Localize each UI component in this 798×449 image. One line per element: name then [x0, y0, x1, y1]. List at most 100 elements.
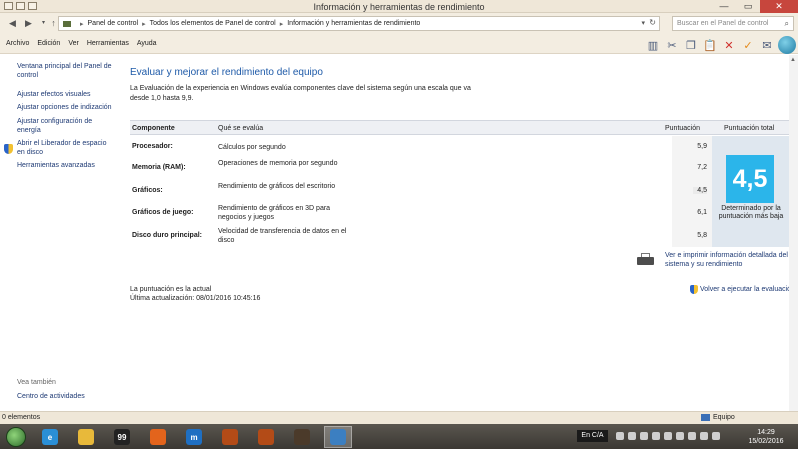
tray-icon[interactable]	[640, 432, 648, 440]
scroll-up-icon[interactable]: ▲	[790, 57, 796, 63]
menu-archivo[interactable]: Archivo	[6, 40, 29, 47]
tray-icon[interactable]	[616, 432, 624, 440]
back-button[interactable]: ◀	[6, 17, 19, 30]
sidebar-item-disk-cleanup[interactable]: Abrir el Liberador de espacio en disco	[17, 139, 115, 157]
control-panel-icon	[330, 429, 346, 445]
menu-ayuda[interactable]: Ayuda	[137, 40, 157, 47]
header-score: Puntuación	[665, 125, 701, 132]
component-label: Procesador:	[132, 143, 173, 150]
component-label: Disco duro principal:	[132, 232, 203, 239]
checkmark-icon[interactable]: ✓	[740, 37, 756, 53]
taskbar-app-button[interactable]	[216, 426, 244, 448]
component-score: 6,1	[697, 209, 707, 216]
taskbar-app-button[interactable]	[252, 426, 280, 448]
menu-herramientas[interactable]: Herramientas	[87, 40, 129, 47]
sidebar-item-visual-effects[interactable]: Ajustar efectos visuales	[17, 90, 115, 99]
component-description: Operaciones de memoria por segundo	[218, 160, 338, 167]
breadcrumb-item[interactable]: Todos los elementos de Panel de control	[150, 20, 276, 27]
minimize-button[interactable]: —	[712, 0, 736, 13]
separator-icon: ▸	[279, 20, 284, 28]
taskbar-app-button[interactable]: 99	[108, 426, 136, 448]
menu-edicion[interactable]: Edición	[37, 40, 60, 47]
see-also-heading: Vea también	[17, 379, 56, 386]
file-explorer-icon	[78, 429, 94, 445]
language-indicator[interactable]: En C/A	[577, 430, 608, 442]
ie-icon: e	[42, 429, 58, 445]
header-what: Qué se evalúa	[218, 125, 264, 132]
component-score: 5,8	[697, 232, 707, 239]
taskbar-app-button[interactable]	[72, 426, 100, 448]
app-orange-2-icon	[258, 429, 274, 445]
total-score-panel: 4,5 Determinado por la puntuación más ba…	[712, 136, 790, 247]
email-icon[interactable]: ✉	[759, 37, 775, 53]
table-row: Memoria (RAM): Operaciones de memoria po…	[130, 157, 712, 179]
paste-icon[interactable]: 📋	[702, 37, 718, 53]
taskbar: e 99 m En C/A 14:29 15/02/2016	[0, 424, 798, 449]
menu-bar: Archivo Edición Ver Herramientas Ayuda ▥…	[0, 34, 798, 54]
clock[interactable]: 14:29 15/02/2016	[740, 428, 792, 446]
cut-icon[interactable]: ✂	[664, 37, 680, 53]
maximize-button[interactable]: ▭	[736, 0, 760, 13]
taskbar-app-button[interactable]	[144, 426, 172, 448]
close-button[interactable]: ✕	[760, 0, 798, 13]
sidebar-item-control-panel[interactable]: Ventana principal del Panel de control	[17, 62, 115, 80]
cmd-icon: 99	[114, 429, 130, 445]
intro-text: La Evaluación de la experiencia en Windo…	[130, 85, 471, 102]
delete-icon[interactable]: ✕	[721, 37, 737, 53]
menu-ver[interactable]: Ver	[68, 40, 79, 47]
uac-shield-icon	[4, 144, 13, 154]
sidebar-item-advanced-tools[interactable]: Herramientas avanzadas	[17, 161, 115, 170]
search-input[interactable]: Buscar en el Panel de control ⌕	[672, 16, 794, 31]
control-panel-icon	[63, 20, 71, 27]
main-content: Evaluar y mejorar el rendimiento del equ…	[119, 55, 798, 411]
printer-icon[interactable]	[636, 253, 655, 266]
taskbar-app-button[interactable]: e	[36, 426, 64, 448]
tray-icon[interactable]	[664, 432, 672, 440]
component-description: Rendimiento de gráficos del escritorio	[218, 183, 336, 190]
search-icon[interactable]: ⌕	[785, 19, 789, 29]
app-orange-1-icon	[222, 429, 238, 445]
layout-icon[interactable]: ▥	[645, 37, 661, 53]
taskbar-app-button[interactable]	[288, 426, 316, 448]
sidebar-item-indexing[interactable]: Ajustar opciones de indización	[17, 103, 115, 112]
sidebar-item-power[interactable]: Ajustar configuración de energía	[17, 117, 115, 135]
table-row: Disco duro principal: Velocidad de trans…	[130, 225, 712, 247]
tray-icon[interactable]	[676, 432, 684, 440]
separator-icon: ▸	[142, 20, 146, 28]
component-score: 5,9	[697, 143, 707, 150]
print-details-link[interactable]: Ver e imprimir información detallada del…	[665, 251, 793, 269]
taskbar-app-button[interactable]	[324, 426, 352, 448]
network-icon[interactable]	[700, 432, 708, 440]
volume-icon[interactable]	[688, 432, 696, 440]
vertical-scrollbar[interactable]: ▲	[789, 55, 798, 411]
breadcrumb-item[interactable]: Panel de control	[88, 20, 139, 27]
header-total: Puntuación total	[724, 125, 775, 132]
forward-button[interactable]: ▶	[22, 17, 35, 30]
tray-icon[interactable]	[628, 432, 636, 440]
game-icon	[294, 429, 310, 445]
sidebar-item-action-center[interactable]: Centro de actividades	[17, 392, 115, 401]
total-score-caption: Determinado por la puntuación más baja	[718, 205, 784, 220]
address-bar: ◀ ▶ ▾ ↑ ▸ Panel de control ▸ Todos los e…	[0, 13, 798, 34]
table-row: Procesador: Cálculos por segundo 5,9	[130, 136, 712, 158]
globe-icon[interactable]	[778, 36, 796, 54]
breadcrumb[interactable]: ▸ Panel de control ▸ Todos los elementos…	[58, 16, 660, 31]
score-status: La puntuación es la actual	[130, 286, 212, 293]
item-count: 0 elementos	[2, 414, 41, 421]
computer-icon	[701, 414, 710, 421]
separator-icon: ▸	[80, 20, 84, 28]
chevron-down-icon[interactable]: ▾	[641, 19, 645, 27]
status-bar: 0 elementos Equipo	[0, 411, 798, 424]
start-button[interactable]	[6, 427, 26, 447]
tray-icon[interactable]	[652, 432, 660, 440]
clock-time: 14:29	[757, 429, 775, 436]
window-title: Información y herramientas de rendimient…	[313, 2, 485, 12]
table-row: Gráficos de juego: Rendimiento de gráfic…	[130, 202, 712, 224]
rerun-assessment-link[interactable]: Volver a ejecutar la evaluación	[690, 285, 795, 294]
breadcrumb-item[interactable]: Información y herramientas de rendimient…	[287, 20, 420, 27]
taskbar-app-button[interactable]: m	[180, 426, 208, 448]
component-score: 7,2	[697, 164, 707, 171]
flag-icon[interactable]	[712, 432, 720, 440]
refresh-icon[interactable]: ↻	[649, 18, 656, 27]
copy-icon[interactable]: ❐	[683, 37, 699, 53]
